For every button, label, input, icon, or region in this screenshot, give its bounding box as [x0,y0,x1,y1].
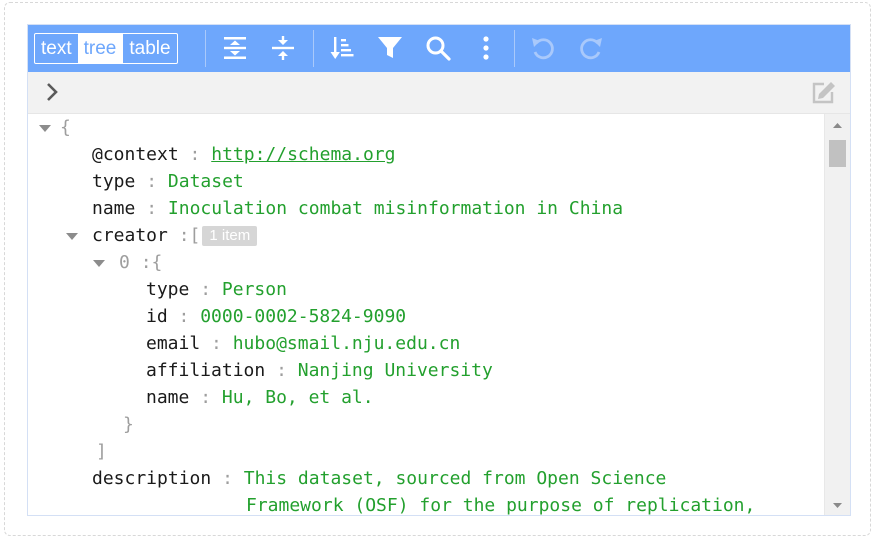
chevron-right-icon[interactable] [42,81,62,103]
sort-icon [330,37,354,59]
item-close-brace: } [123,411,134,438]
field-description-continued: Framework (OSF) for the purpose of repli… [246,492,755,515]
field-key[interactable]: affiliation [146,360,265,381]
separator: : [189,144,201,165]
toolbar-separator [313,30,314,67]
navigation-bar [28,72,850,114]
mode-tree-button[interactable]: tree [77,34,123,63]
redo-icon [580,38,602,60]
scroll-up-icon[interactable] [825,116,850,136]
array-close-bracket: ] [96,438,107,465]
more-icon [483,36,489,60]
brace: } [123,414,134,435]
separator: : [140,252,152,273]
field-key[interactable]: email [146,333,200,354]
menu-bar: text tree table [28,25,850,72]
field-key[interactable]: @context [92,144,179,165]
json-editor: text tree table {@context: http://sche… [27,24,851,516]
brace: { [151,252,163,273]
field-value-link[interactable]: http://schema.org [211,144,395,165]
toolbar-separator [205,30,206,67]
collapse-all-icon [272,36,294,60]
field-description: description : This dataset, sourced from… [92,465,666,492]
field-key[interactable]: creator [92,225,168,246]
field-value[interactable]: Dataset [168,171,244,192]
collapse-toggle-icon[interactable] [38,114,52,141]
field-value[interactable]: Hu, Bo, et al. [222,387,374,408]
separator: : [200,387,212,408]
field-context: @context : http://schema.org [92,141,395,168]
filter-button[interactable] [375,33,405,63]
sort-button[interactable] [327,33,357,63]
separator: : [178,306,190,327]
field-key[interactable]: id [146,306,168,327]
undo-icon [532,38,554,60]
mode-text-button[interactable]: text [35,34,78,63]
field-creator-affiliation: affiliation : Nanjing University [146,357,493,384]
field-creator-type: type : Person [146,276,287,303]
item-count-badge: 1 item [202,226,258,246]
scrollbar-thumb[interactable] [829,140,846,167]
field-value[interactable]: Person [222,279,287,300]
expand-all-button[interactable] [220,33,250,63]
brace: { [60,117,71,138]
field-value[interactable]: This dataset, sourced from Open Science [244,468,667,489]
collapse-toggle-icon[interactable] [65,222,79,249]
field-creator: creator :[1 item [92,222,258,249]
vertical-scrollbar[interactable] [824,114,850,515]
undo-button[interactable] [528,33,558,63]
separator: : [178,225,190,246]
scroll-down-icon[interactable] [825,495,850,515]
expand-all-icon [224,37,246,59]
field-value[interactable]: 0000-0002-5824-9090 [200,306,406,327]
field-key[interactable]: description [92,468,211,489]
root-open-brace: { [60,114,71,141]
collapse-toggle-icon[interactable] [92,249,106,276]
separator: : [200,279,212,300]
search-button[interactable] [423,33,453,63]
array-item-0: 0 :{ [119,249,162,276]
separator: : [146,171,158,192]
open-bracket: [ [189,225,201,246]
bracket: ] [96,441,107,462]
edit-icon[interactable] [810,80,836,106]
field-creator-email: email : hubo@smail.nju.edu.cn [146,330,460,357]
field-key[interactable]: name [146,387,189,408]
field-value[interactable]: Nanjing University [298,360,493,381]
separator: : [211,333,222,354]
toolbar-separator [514,30,515,67]
field-value[interactable]: hubo@smail.nju.edu.cn [233,333,461,354]
separator: : [276,360,287,381]
field-key[interactable]: name [92,198,135,219]
mode-switcher: text tree table [34,33,178,64]
tree-view: { @context : http://schema.org type : Da… [28,114,825,515]
field-key[interactable]: type [92,171,135,192]
separator: : [146,198,158,219]
field-key[interactable]: type [146,279,189,300]
collapse-all-button[interactable] [268,33,298,63]
field-name: name : Inoculation combat misinformation… [92,195,623,222]
field-type: type : Dataset [92,168,244,195]
field-value[interactable]: Framework (OSF) for the purpose of repli… [246,495,755,515]
redo-button[interactable] [576,33,606,63]
field-value[interactable]: Inoculation combat misinformation in Chi… [168,198,623,219]
field-creator-id: id : 0000-0002-5824-9090 [146,303,406,330]
more-button[interactable] [471,33,501,63]
field-creator-name: name : Hu, Bo, et al. [146,384,374,411]
search-icon [426,36,451,61]
mode-table-button[interactable]: table [122,34,176,63]
item-index: 0 [119,252,130,273]
filter-icon [378,37,402,58]
separator: : [222,468,233,489]
